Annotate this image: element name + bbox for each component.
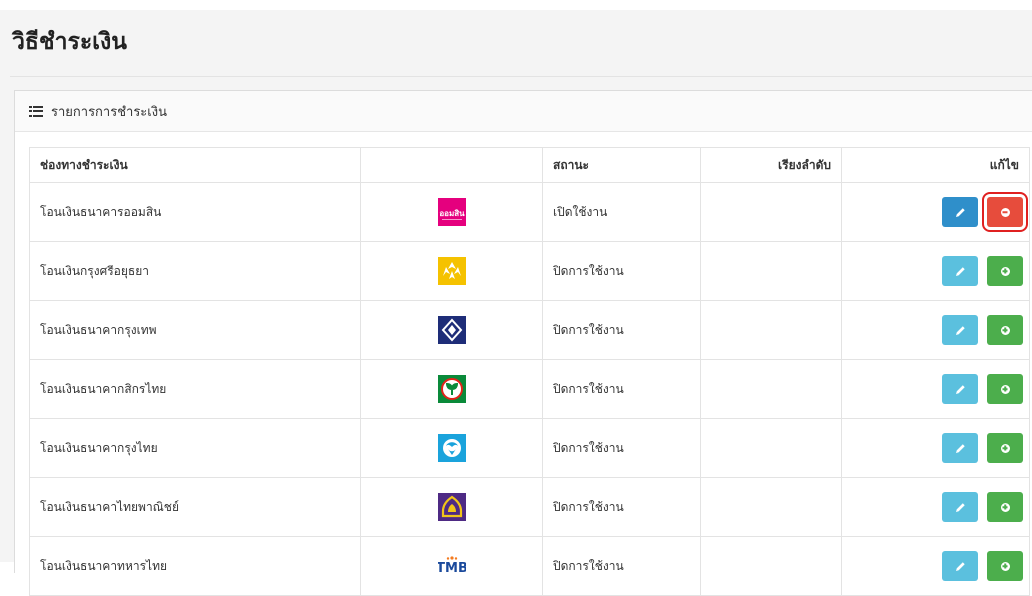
page: วิธีชำระเงิน รายการการชำระเงิน ช่องทางชำ… — [0, 10, 1032, 596]
logo-cell — [360, 359, 543, 419]
pencil-icon — [955, 502, 965, 512]
list-icon — [29, 105, 43, 117]
channel-name: โอนเงินธนาคารออมสิน — [29, 182, 361, 242]
page-title: วิธีชำระเงิน — [12, 29, 127, 55]
status-text: ปิดการใช้งาน — [542, 418, 701, 478]
svg-text:TMB: TMB — [438, 561, 466, 576]
add-button[interactable] — [987, 433, 1023, 463]
logo-cell — [360, 477, 543, 537]
payment-table: ช่องทางชำระเงิน สถานะ เรียงลำดับ แก้ไข โ… — [29, 147, 1030, 596]
logo-cell — [360, 300, 543, 360]
plus-circle-icon — [1000, 266, 1010, 276]
status-text: ปิดการใช้งาน — [542, 359, 701, 419]
channel-name: โอนเงินธนาคาไทยพาณิชย์ — [29, 477, 361, 537]
action-cell — [841, 359, 1030, 419]
logo-cell: ออมสิน — [360, 182, 543, 242]
plus-circle-icon — [1000, 384, 1010, 394]
krungthai-logo — [437, 434, 466, 462]
table-row: โอนเงินธนาคาไทยพาณิชย์ ปิดการใช้งาน — [29, 477, 1030, 537]
header-edit: แก้ไข — [841, 147, 1030, 183]
payment-panel: รายการการชำระเงิน ช่องทางชำระเงิน สถานะ … — [14, 90, 1032, 596]
order-cell[interactable] — [700, 536, 842, 596]
logo-cell — [360, 241, 543, 301]
edit-button[interactable] — [942, 492, 979, 522]
table-row: โอนเงินธนาคารออมสิน ออมสิน เปิดใช้งาน — [29, 182, 1030, 242]
order-cell[interactable] — [700, 182, 842, 242]
order-cell[interactable] — [700, 241, 842, 301]
status-text: ปิดการใช้งาน — [542, 300, 701, 360]
header-channel[interactable]: ช่องทางชำระเงิน — [29, 147, 361, 183]
svg-text:ออมสิน: ออมสิน — [439, 209, 465, 218]
logo-cell: TMB — [360, 536, 543, 596]
status-text: เปิดใช้งาน — [542, 182, 701, 242]
tmb-logo: TMB — [438, 556, 466, 576]
order-cell[interactable] — [700, 359, 842, 419]
header-order[interactable]: เรียงลำดับ — [700, 147, 842, 183]
channel-name: โอนเงินธนาคากรุงไทย — [29, 418, 361, 478]
add-button[interactable] — [987, 492, 1023, 522]
edit-button[interactable] — [942, 374, 979, 404]
plus-circle-icon — [1000, 502, 1010, 512]
header-status[interactable]: สถานะ — [542, 147, 701, 183]
pencil-icon — [955, 207, 965, 217]
channel-name: โอนเงินธนาคากสิกรไทย — [29, 359, 361, 419]
pencil-icon — [955, 266, 965, 276]
bangkok-bank-logo — [437, 316, 466, 344]
add-button[interactable] — [987, 551, 1023, 581]
table-row: โอนเงินธนาคากรุงไทย ปิดการใช้งาน — [29, 418, 1030, 478]
minus-circle-icon — [1000, 207, 1010, 217]
edit-button[interactable] — [942, 256, 979, 286]
table-header-row: ช่องทางชำระเงิน สถานะ เรียงลำดับ แก้ไข — [29, 147, 1030, 183]
pencil-icon — [955, 561, 965, 571]
edit-button[interactable] — [942, 551, 979, 581]
action-cell — [841, 477, 1030, 537]
table-row: โอนเงินธนาคากรุงเทพ ปิดการใช้งาน — [29, 300, 1030, 360]
table-row: โอนเงินธนาคาทหารไทย TMB ปิดการใช้งาน — [29, 536, 1030, 596]
edit-button[interactable] — [942, 433, 979, 463]
krungsri-logo — [437, 257, 466, 285]
add-button[interactable] — [987, 256, 1023, 286]
channel-name: โอนเงินกรุงศรีอยุธยา — [29, 241, 361, 301]
add-button[interactable] — [987, 374, 1023, 404]
divider — [10, 76, 1032, 77]
order-cell[interactable] — [700, 418, 842, 478]
status-text: ปิดการใช้งาน — [542, 241, 701, 301]
scb-logo — [437, 493, 466, 521]
order-cell[interactable] — [700, 477, 842, 537]
action-cell — [841, 300, 1030, 360]
header-logo — [360, 147, 543, 183]
channel-name: โอนเงินธนาคากรุงเทพ — [29, 300, 361, 360]
gsb-logo: ออมสิน — [437, 198, 466, 226]
pencil-icon — [955, 325, 965, 335]
edit-button[interactable] — [942, 197, 979, 227]
logo-cell — [360, 418, 543, 478]
pencil-icon — [955, 443, 965, 453]
table-row: โอนเงินธนาคากสิกรไทย ปิดการใช้งาน — [29, 359, 1030, 419]
pencil-icon — [955, 384, 965, 394]
status-text: ปิดการใช้งาน — [542, 536, 701, 596]
plus-circle-icon — [1000, 561, 1010, 571]
order-cell[interactable] — [700, 300, 842, 360]
kasikorn-logo — [437, 375, 466, 403]
status-text: ปิดการใช้งาน — [542, 477, 701, 537]
action-cell — [841, 418, 1030, 478]
remove-button[interactable] — [982, 192, 1028, 232]
plus-circle-icon — [1000, 325, 1010, 335]
edit-button[interactable] — [942, 315, 979, 345]
add-button[interactable] — [987, 315, 1023, 345]
table-row: โอนเงินกรุงศรีอยุธยา ปิดการใช้งาน — [29, 241, 1030, 301]
action-cell — [841, 536, 1030, 596]
panel-title: รายการการชำระเงิน — [51, 104, 167, 120]
action-cell — [841, 241, 1030, 301]
panel-header: รายการการชำระเงิน — [15, 91, 1032, 132]
action-cell — [841, 182, 1030, 242]
channel-name: โอนเงินธนาคาทหารไทย — [29, 536, 361, 596]
plus-circle-icon — [1000, 443, 1010, 453]
